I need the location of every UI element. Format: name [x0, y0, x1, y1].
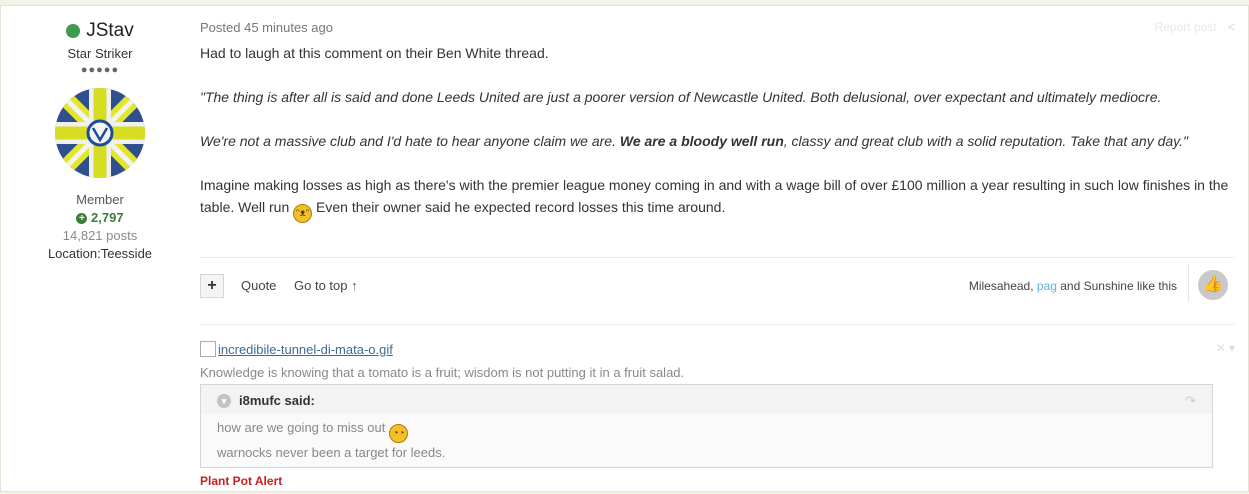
- post-meta: Posted 45 minutes ago: [200, 20, 1235, 42]
- quoted-text-c: , classy and great club with a solid rep…: [783, 133, 1188, 149]
- quote-line-2: warnocks never been a target for leeds.: [217, 445, 446, 460]
- post-body: Had to laugh at this comment on their Be…: [200, 42, 1235, 223]
- chevron-down-icon[interactable]: ▾: [217, 393, 231, 408]
- author-panel: JStav Star Striker ●●●●● Member + 2,797 …: [40, 20, 160, 261]
- paragraph-4-text-b: Even their owner said he expected record…: [316, 199, 726, 215]
- avatar[interactable]: [55, 88, 145, 178]
- quote-share-icon[interactable]: ↷: [1185, 393, 1196, 409]
- signature-text: Knowledge is knowing that a tomato is a …: [200, 365, 685, 380]
- reputation-badge: + 2,797: [40, 210, 160, 225]
- quote-line-1: how are we going to miss out ◔◔: [217, 418, 1196, 443]
- post-count: 14,821 posts: [62, 228, 138, 243]
- post-paragraph-3: We're not a massive club and I'd hate to…: [200, 130, 1235, 152]
- avatar-image: [55, 88, 145, 178]
- likes-suffix: and Sunshine like this: [1056, 279, 1177, 293]
- posted-time[interactable]: Posted 45 minutes ago: [200, 20, 333, 35]
- quote-body: how are we going to miss out ◔◔ warnocks…: [201, 414, 1212, 467]
- signature-image-row: incredibile-tunnel-di-mata-o.gif: [200, 341, 1235, 357]
- quote-line-1-text: how are we going to miss out: [217, 420, 386, 435]
- signature: incredibile-tunnel-di-mata-o.gif ✕ ▾ Kno…: [200, 341, 1235, 488]
- like-button[interactable]: 👍: [1198, 270, 1228, 300]
- quoted-text-a: We're not a massive club and I'd hate to…: [200, 133, 620, 149]
- signature-image-link[interactable]: incredibile-tunnel-di-mata-o.gif: [218, 342, 393, 357]
- post-paragraph-1: Had to laugh at this comment on their Be…: [200, 45, 549, 61]
- rank-title: Star Striker: [67, 46, 133, 61]
- post-tools: Report post <: [1155, 20, 1235, 34]
- bold-quoted-text: We are a bloody well run: [619, 133, 784, 149]
- post-paragraph-2: "The thing is after all is said and done…: [200, 86, 1235, 108]
- thumbs-up-icon: 👍: [1203, 276, 1223, 293]
- laughing-emoji-icon: ᵔᴥᵔ: [293, 204, 313, 223]
- signature-close-icon[interactable]: ✕ ▾: [1216, 341, 1235, 355]
- like-divider: [1188, 264, 1189, 302]
- likes-summary: Milesahead, pag and Sunshine like this: [969, 279, 1177, 293]
- reputation-value: 2,797: [91, 210, 124, 225]
- member-group: Member: [76, 192, 124, 207]
- go-to-top-link[interactable]: Go to top ↑: [294, 278, 358, 293]
- broken-image-icon: [200, 341, 216, 357]
- report-post-link[interactable]: Report post: [1155, 20, 1217, 34]
- signature-footer: Plant Pot Alert: [200, 474, 283, 488]
- location: Location:Teesside: [47, 246, 153, 261]
- post-controls: + Quote Go to top ↑ Milesahead, pag and …: [200, 257, 1235, 325]
- multiquote-button[interactable]: +: [200, 274, 224, 298]
- quote-header: ▾ i8mufc said: ↷: [201, 385, 1212, 414]
- arrow-up-icon: ↑: [351, 278, 358, 293]
- plus-circle-icon: +: [76, 213, 88, 224]
- quote-button[interactable]: Quote: [241, 278, 276, 293]
- online-status-icon: [66, 24, 81, 38]
- likes-prefix: Milesahead,: [968, 279, 1037, 293]
- author-name[interactable]: JStav: [86, 20, 134, 42]
- liker-pag-link[interactable]: pag: [1037, 279, 1057, 293]
- quoted-text: "The thing is after all is said and done…: [200, 89, 1162, 105]
- confused-emoji-icon: ◔◔: [389, 424, 408, 443]
- post-paragraph-4: Imagine making losses as high as there's…: [200, 174, 1235, 223]
- signature-quote: ▾ i8mufc said: ↷ how are we going to mis…: [200, 384, 1213, 468]
- post-content: Posted 45 minutes ago Report post < Had …: [200, 20, 1235, 245]
- go-to-top-label: Go to top: [294, 278, 348, 293]
- author-name-row: JStav: [40, 20, 160, 42]
- rank-pips: ●●●●●: [80, 64, 120, 76]
- share-icon[interactable]: <: [1228, 20, 1235, 34]
- quote-author: i8mufc said:: [239, 393, 315, 408]
